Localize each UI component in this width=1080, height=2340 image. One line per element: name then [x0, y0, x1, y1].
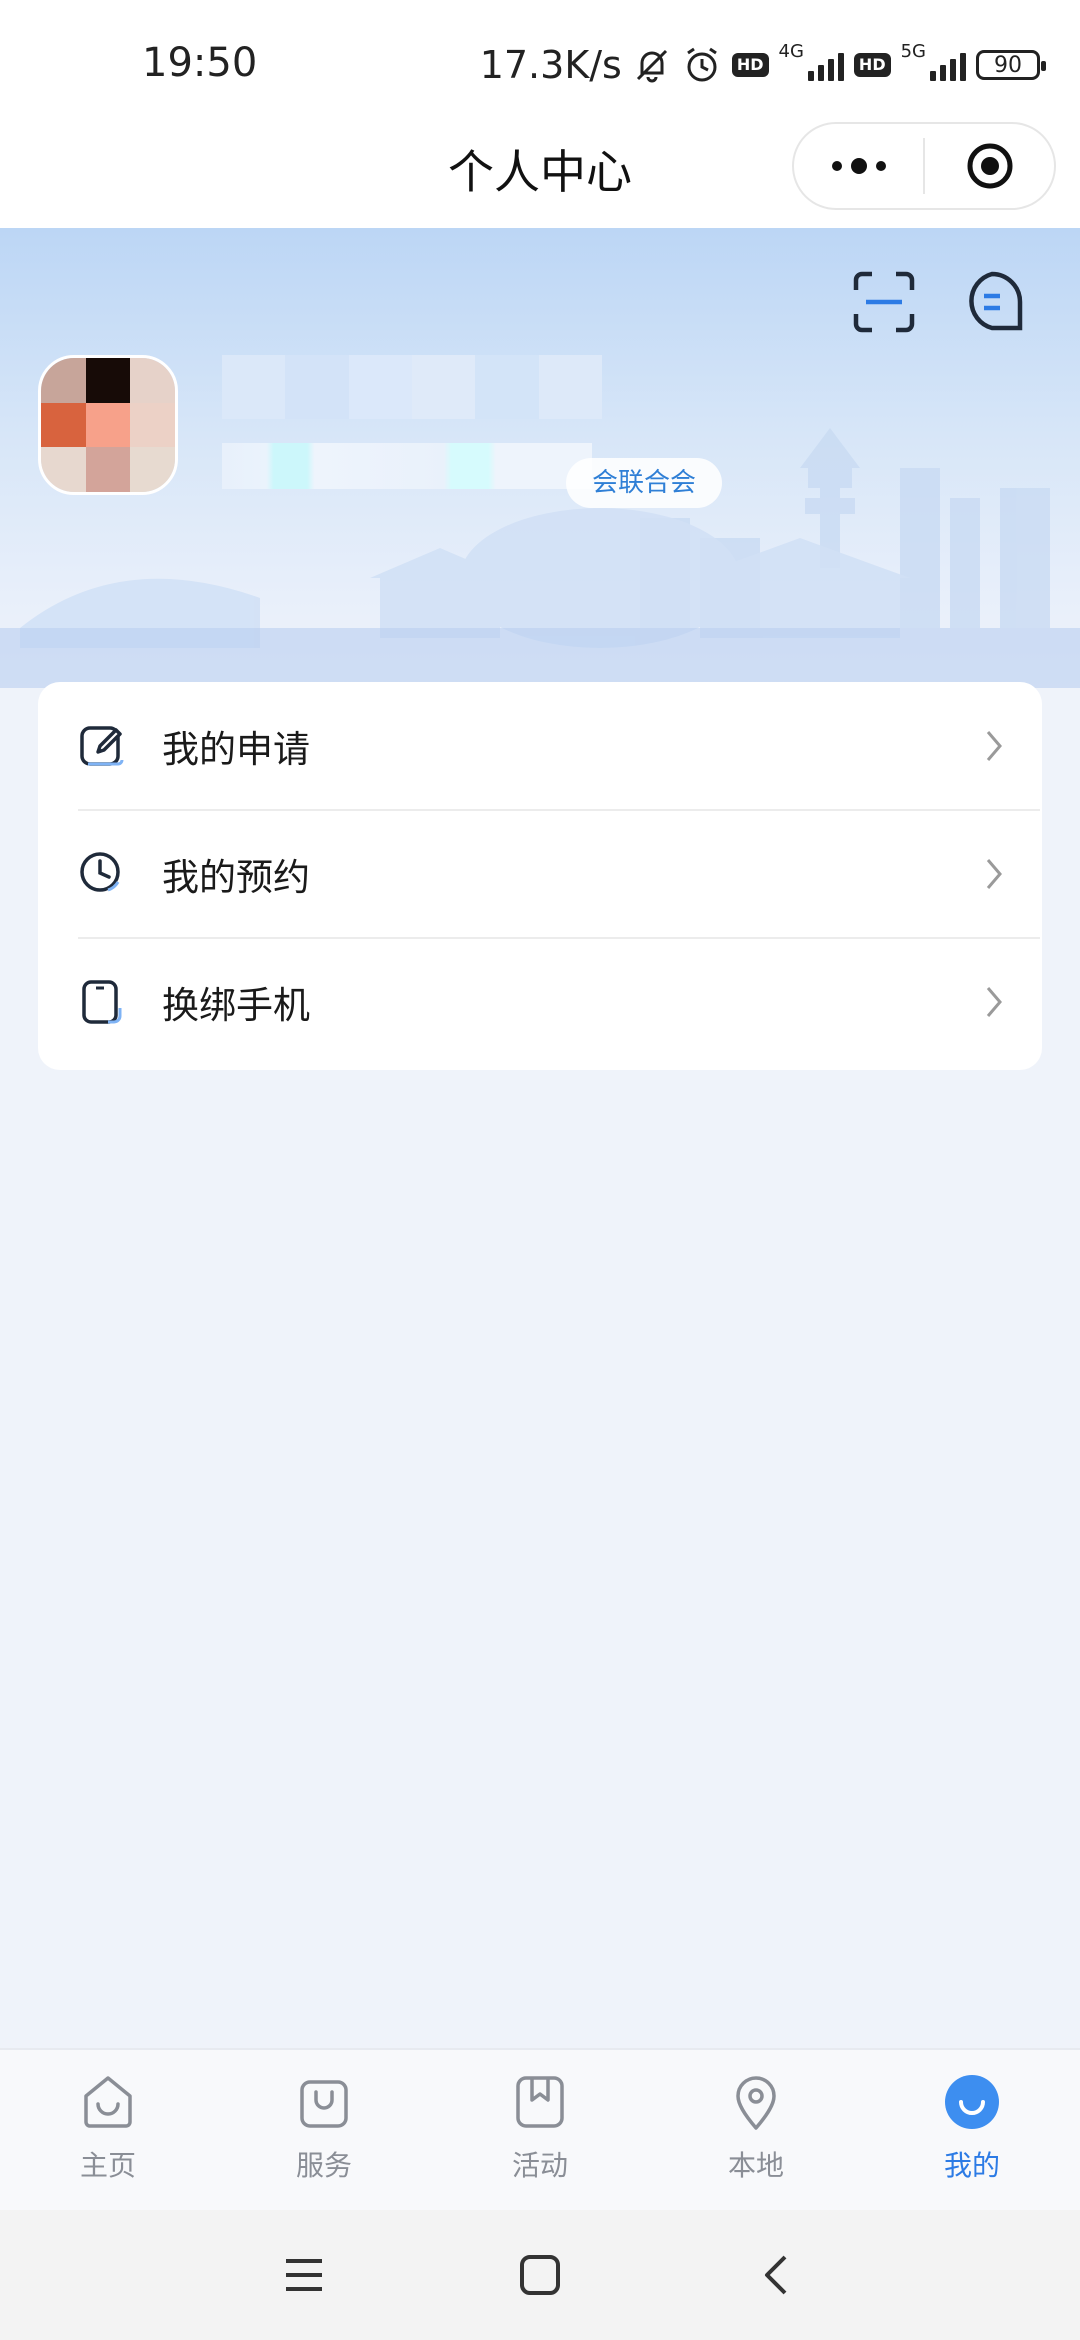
profile-smile-icon: [945, 2075, 999, 2129]
network-type-1: 4G: [778, 40, 804, 62]
signal-bars-icon-2: [930, 49, 966, 81]
more-button[interactable]: [794, 124, 923, 208]
bottom-tab-bar: 主页 服务 活动 本地 我的: [0, 2048, 1080, 2210]
signal-bars-icon: [807, 49, 844, 81]
back-button[interactable]: [658, 2253, 894, 2297]
tab-label: 主页: [79, 2149, 136, 2182]
tab-activities[interactable]: 活动: [432, 2050, 648, 2210]
edit-note-icon: [80, 726, 124, 766]
home-button[interactable]: [422, 2253, 658, 2297]
chevron-right-icon: [986, 987, 1002, 1017]
recent-apps-button[interactable]: [186, 2255, 422, 2295]
menu-item-label: 我的申请: [162, 728, 310, 771]
org-tag: 会联合会: [566, 458, 723, 508]
chevron-right-icon: [986, 859, 1002, 889]
menu-item-label: 换绑手机: [162, 984, 310, 1027]
menu-card: 我的申请 我的预约 换绑手机: [38, 682, 1042, 1070]
nav-bar: 个人中心: [0, 120, 1080, 228]
hd-badge-1: HD: [731, 53, 769, 77]
tab-services[interactable]: 服务: [216, 2050, 432, 2210]
nickname-blurred: [222, 355, 602, 419]
menu-item-my-reservations[interactable]: 我的预约: [38, 810, 1042, 938]
clock-icon: [80, 852, 120, 892]
alarm-icon: [687, 47, 717, 82]
user-info-blurred: [222, 443, 592, 489]
chevron-right-icon: [986, 731, 1002, 761]
close-button[interactable]: [925, 124, 1054, 208]
battery-indicator: 90: [976, 50, 1046, 80]
tab-label: 服务: [295, 2149, 352, 2182]
tab-mine[interactable]: 我的: [864, 2050, 1080, 2210]
phone-icon: [82, 980, 122, 1024]
system-navigation-bar: [0, 2210, 1080, 2340]
menu-item-rebind-phone[interactable]: 换绑手机: [38, 938, 1042, 1066]
tab-label: 我的: [943, 2149, 1000, 2182]
home-icon: [84, 2076, 132, 2128]
target-circle-icon: [967, 143, 1012, 189]
message-bubble-icon[interactable]: [960, 270, 1024, 334]
scan-icon[interactable]: [852, 270, 916, 334]
tab-local[interactable]: 本地: [648, 2050, 864, 2210]
location-pin-icon: [736, 2076, 776, 2130]
status-indicators: 17.3K/s HD 4G HD 5G 90: [479, 40, 1046, 90]
status-bar: 19:50 17.3K/s HD 4G HD 5G 90: [0, 0, 1080, 120]
profile-banner: 会联合会: [0, 228, 1080, 688]
menu-item-label: 我的预约: [162, 856, 310, 899]
mute-bell-icon: [636, 49, 667, 83]
network-type-2: 5G: [900, 40, 926, 62]
hd-badge-2: HD: [853, 53, 891, 77]
status-time: 19:50: [142, 40, 258, 86]
home-square-icon: [520, 2255, 560, 2295]
avatar[interactable]: [38, 355, 178, 495]
back-chevron-icon: [765, 2255, 787, 2295]
tab-label: 活动: [511, 2149, 568, 2182]
bookmark-icon: [516, 2076, 564, 2128]
mini-program-capsule: [792, 122, 1056, 210]
more-dots-icon: [831, 158, 886, 174]
menu-lines-icon: [286, 2259, 322, 2291]
net-speed: 17.3K/s: [479, 43, 622, 87]
menu-item-my-applications[interactable]: 我的申请: [38, 682, 1042, 810]
shopping-bag-icon: [300, 2080, 348, 2128]
tab-label: 本地: [727, 2149, 784, 2182]
tab-home[interactable]: 主页: [0, 2050, 216, 2210]
